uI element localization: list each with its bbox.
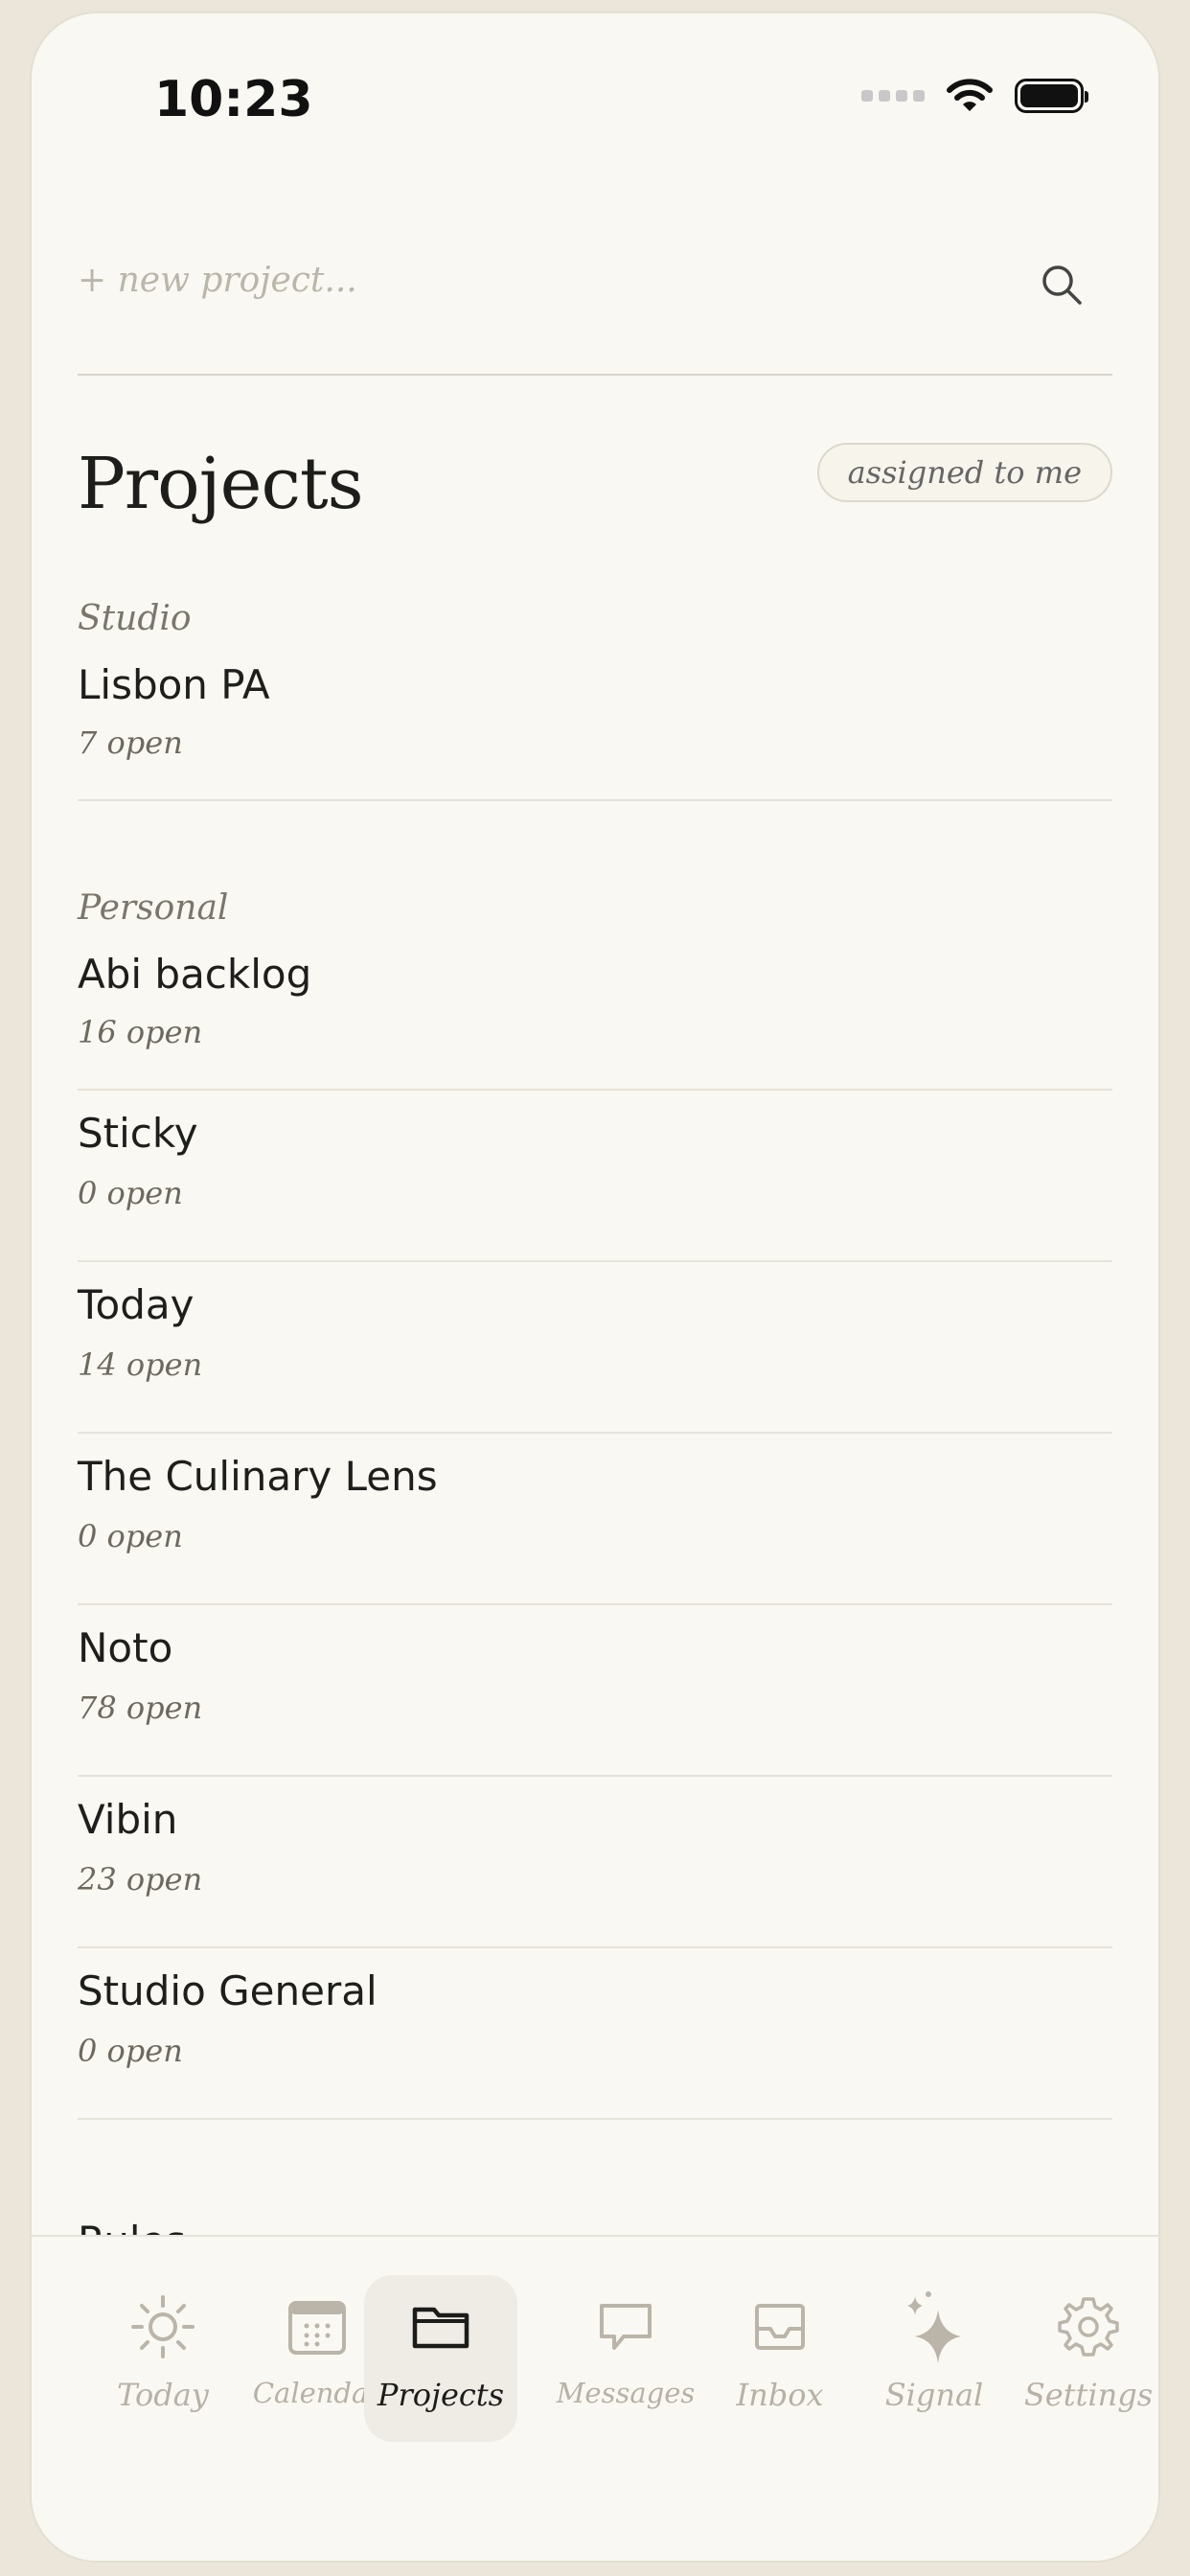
phone-screen: 10:23 + new project... Projects assigned… <box>30 12 1160 2563</box>
tab-label: Messages <box>556 2377 696 2409</box>
folder-icon <box>412 2307 469 2349</box>
project-name: Lisbon PA <box>78 661 270 708</box>
project-item[interactable]: Today 14 open <box>78 1262 1112 1434</box>
tab-label: Inbox <box>736 2377 824 2413</box>
project-open-count: 78 open <box>78 1690 203 1726</box>
tab-label: Today <box>117 2377 209 2413</box>
tab-label: Projects <box>377 2377 505 2413</box>
battery-icon <box>1015 79 1088 113</box>
new-project-input[interactable]: + new project... <box>78 261 357 300</box>
tab-signal[interactable]: Signal <box>858 2275 1011 2442</box>
assigned-to-me-filter[interactable]: assigned to me <box>816 443 1112 502</box>
new-project-row: + new project... <box>78 243 1112 376</box>
search-icon[interactable] <box>1036 259 1089 312</box>
group-label: Studio <box>78 599 192 638</box>
tab-bar: Today Calendar Projects Messages Inbox S… <box>32 2235 1158 2561</box>
project-name: Vibin <box>78 1796 178 1843</box>
tab-inbox[interactable]: Inbox <box>703 2275 857 2442</box>
status-icons <box>861 77 1088 115</box>
tab-settings[interactable]: Settings <box>1012 2275 1158 2442</box>
project-name: Today <box>78 1281 195 1328</box>
project-item[interactable]: Studio General 0 open <box>78 1948 1112 2120</box>
project-open-count: 16 open <box>78 1014 203 1050</box>
tab-label: Calendar <box>252 2377 382 2409</box>
project-open-count: 23 open <box>78 1861 203 1898</box>
status-time: 10:23 <box>154 71 313 128</box>
page-title: Projects <box>78 443 364 525</box>
project-item[interactable]: Abi backlog 16 open <box>78 939 1112 1091</box>
project-name: Abi backlog <box>78 951 312 998</box>
project-open-count: 0 open <box>78 1518 183 1554</box>
project-item[interactable]: The Culinary Lens 0 open <box>78 1434 1112 1605</box>
tab-label: Signal <box>884 2377 984 2413</box>
calendar-icon <box>288 2301 346 2355</box>
sun-icon <box>131 2295 195 2358</box>
cellular-signal-icon <box>861 90 925 102</box>
project-name: The Culinary Lens <box>78 1453 438 1500</box>
tab-messages[interactable]: Messages <box>549 2275 702 2442</box>
project-open-count: 14 open <box>78 1346 203 1383</box>
message-icon <box>600 2304 652 2350</box>
project-item[interactable]: Vibin 23 open <box>78 1777 1112 1948</box>
project-item[interactable]: Sticky 0 open <box>78 1091 1112 1262</box>
inbox-icon <box>755 2304 805 2350</box>
project-open-count: 0 open <box>78 2033 183 2069</box>
tab-projects[interactable]: Projects <box>364 2275 517 2442</box>
gear-icon <box>1058 2297 1119 2357</box>
project-name: Noto <box>78 1624 173 1671</box>
tab-today[interactable]: Today <box>86 2275 240 2442</box>
project-name: Sticky <box>78 1110 198 1157</box>
project-item[interactable]: Lisbon PA 7 open <box>78 650 1112 801</box>
sparkle-icon <box>907 2291 961 2363</box>
project-name: Studio General <box>78 1967 378 2014</box>
tab-label: Settings <box>1023 2377 1154 2413</box>
project-open-count: 0 open <box>78 1175 183 1211</box>
project-open-count: 7 open <box>78 724 183 761</box>
project-item[interactable]: Noto 78 open <box>78 1605 1112 1777</box>
wifi-icon <box>947 79 993 111</box>
group-label: Personal <box>78 888 229 928</box>
project-list: Studio Lisbon PA 7 open Personal Abi bac… <box>78 588 1112 2120</box>
